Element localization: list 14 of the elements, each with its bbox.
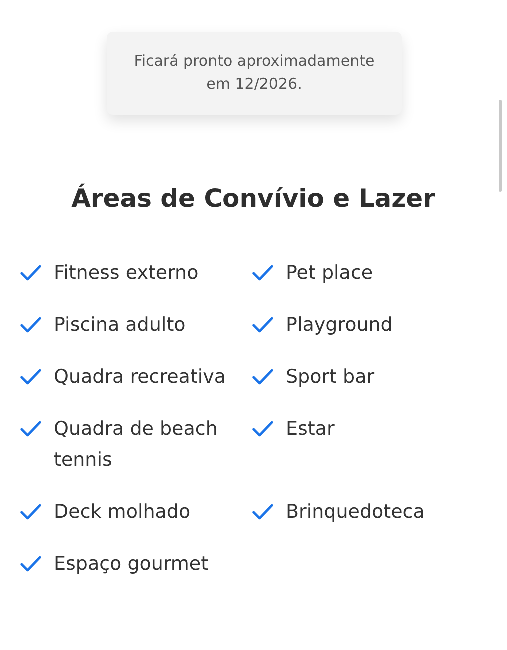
section-title: Áreas de Convívio e Lazer — [70, 183, 436, 215]
amenity-label: Quadra de beach tennis — [54, 417, 219, 473]
amenity-label: Brinquedoteca — [286, 500, 425, 525]
amenity-label: Piscina adulto — [54, 313, 186, 338]
scrollbar[interactable] — [499, 100, 502, 192]
amenity-label: Sport bar — [286, 365, 375, 390]
amenity-label: Playground — [286, 313, 393, 338]
amenity-label: Quadra recreativa — [54, 365, 226, 390]
amenity-label: Pet place — [286, 261, 374, 286]
amenity-label: Fitness externo — [54, 261, 199, 286]
amenity-label: Deck molhado — [54, 500, 191, 525]
amenity-label: Espaço gourmet — [54, 552, 209, 577]
notice-tooltip: Ficará pronto aproximadamente em 12/2026. — [107, 32, 402, 115]
amenity-label: Estar — [286, 417, 335, 442]
